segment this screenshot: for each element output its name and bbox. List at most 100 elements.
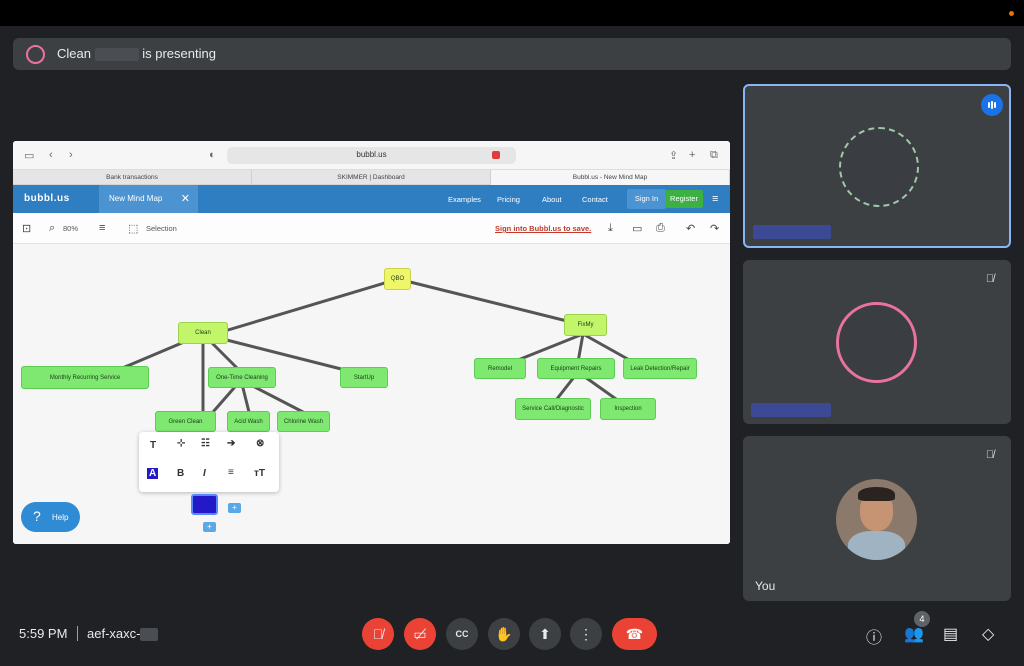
present-screen-icon: ⬆ — [539, 626, 551, 642]
help-icon: ? — [33, 508, 41, 524]
participant-name — [751, 403, 831, 417]
mic-off-icon: 🎙̸ — [985, 273, 995, 285]
node-clean[interactable]: Clean — [178, 322, 228, 344]
top-bar — [0, 0, 1024, 26]
layout-icon[interactable]: ☷ — [201, 438, 210, 449]
participant-tile-2[interactable]: 🎙̸ — [743, 260, 1011, 424]
node-root[interactable]: QBO — [384, 268, 411, 290]
recording-indicator — [1009, 11, 1014, 16]
undo-icon[interactable]: ↶ — [686, 222, 695, 235]
url-bar[interactable]: bubbl.us — [227, 147, 516, 164]
nav-contact[interactable]: Contact — [582, 195, 608, 204]
leave-call-button[interactable]: ☎ — [612, 618, 657, 650]
people-count-badge: 4 — [914, 611, 930, 627]
node-selected-new[interactable] — [191, 494, 218, 515]
redacted-name — [94, 48, 139, 62]
help-button[interactable]: ? Help — [21, 502, 80, 532]
self-label: You — [755, 579, 776, 593]
tab-overview-icon[interactable]: ⧉ — [710, 149, 718, 162]
close-icon[interactable]: ✕ — [181, 185, 190, 213]
camera-toggle-button[interactable]: ▭̸ — [404, 618, 436, 650]
info-icon[interactable]: ⓘ — [866, 624, 882, 648]
participant-tile-1[interactable] — [743, 84, 1011, 248]
captions-button[interactable]: CC — [446, 618, 478, 650]
extension-icon[interactable] — [492, 151, 500, 159]
node-startup[interactable]: StartUp — [340, 367, 388, 388]
node-chlorine-wash[interactable]: Chlorine Wash — [277, 411, 330, 432]
node-fixmy[interactable]: FixMy — [564, 314, 607, 336]
color-icon[interactable]: A — [147, 468, 159, 479]
doc-tab-label: New Mind Map — [109, 194, 163, 203]
node-one-time[interactable]: One-Time Cleaning — [208, 367, 276, 388]
people-icon[interactable]: 👥 — [904, 624, 924, 644]
shield-icon: ◐ — [209, 149, 216, 161]
tab-bubbl[interactable]: Bubbl.us - New Mind Map — [491, 170, 730, 185]
connect-icon[interactable]: ➔ — [227, 438, 235, 449]
mic-off-icon: 🎙̸ — [372, 626, 384, 642]
chat-icon[interactable]: ▤ — [943, 624, 958, 644]
add-child-icon[interactable]: ⊹ — [177, 438, 185, 449]
raise-hand-button[interactable]: ✋ — [488, 618, 520, 650]
new-tab-icon[interactable]: + — [689, 149, 695, 161]
captions-icon: CC — [455, 629, 469, 639]
redo-icon[interactable]: ↷ — [710, 222, 719, 235]
more-vert-icon: ⋮ — [579, 626, 593, 642]
avatar — [836, 479, 917, 560]
print-icon[interactable]: ⎙ — [656, 222, 665, 235]
nav-about[interactable]: About — [542, 195, 562, 204]
fit-icon[interactable]: ⊡ — [22, 222, 31, 235]
nav-examples[interactable]: Examples — [448, 195, 481, 204]
text-icon[interactable]: T — [150, 440, 156, 451]
delete-icon[interactable]: ⊗ — [256, 438, 264, 449]
node-service-call[interactable]: Service Call/Diagnostic — [515, 398, 591, 420]
node-equipment[interactable]: Equipment Repairs — [537, 358, 615, 379]
hangup-icon: ☎ — [625, 626, 644, 642]
selection-icon[interactable]: ⬚ — [128, 222, 138, 235]
self-tile[interactable]: 🎙̸ You — [743, 436, 1011, 601]
presenting-banner: Clean is presenting — [13, 38, 1011, 70]
tab-skimmer[interactable]: SKIMMER | Dashboard — [252, 170, 491, 185]
signin-save-link[interactable]: Sign into Bubbl.us to save. — [495, 224, 591, 233]
zoom-icon[interactable]: ⌕ — [49, 222, 55, 235]
forward-icon[interactable]: › — [69, 149, 73, 161]
menu-icon[interactable]: ≡ — [712, 193, 718, 205]
sidebar-icon[interactable]: ▭ — [24, 149, 34, 162]
bubbl-logo[interactable]: bubbl.us — [24, 193, 70, 204]
speaking-icon — [981, 94, 1003, 116]
align-icon[interactable]: ≡ — [228, 467, 234, 478]
node-leak[interactable]: Leak Detection/Repair — [623, 358, 697, 379]
bold-icon[interactable]: B — [177, 468, 184, 479]
mic-off-icon: 🎙̸ — [985, 449, 995, 461]
present-icon[interactable]: ▭ — [632, 222, 642, 235]
add-sibling-icon[interactable]: + — [228, 503, 241, 513]
selection-label[interactable]: Selection — [146, 224, 177, 233]
mindmap-canvas[interactable]: QBO Clean FixMy Monthly Recurring Servic… — [13, 244, 730, 544]
italic-icon[interactable]: I — [203, 468, 206, 479]
node-green-clean[interactable]: Green Clean — [155, 411, 216, 432]
download-icon[interactable]: ⤓ — [608, 222, 613, 235]
help-label: Help — [52, 513, 69, 522]
more-options-button[interactable]: ⋮ — [570, 618, 602, 650]
activities-icon[interactable]: ◇ — [982, 624, 994, 644]
register-button[interactable]: Register — [665, 190, 703, 208]
add-child-button-icon[interactable]: + — [203, 522, 216, 532]
nav-pricing[interactable]: Pricing — [497, 195, 520, 204]
presenter-name: Clean — [57, 46, 91, 61]
text-size-icon[interactable]: ᴛT — [254, 468, 265, 479]
tab-bank-transactions[interactable]: Bank transactions — [13, 170, 252, 185]
browser-toolbar: ▭ ‹ › ◐ bubbl.us ⇪ + ⧉ — [13, 141, 730, 170]
mic-toggle-button[interactable]: 🎙̸ — [362, 618, 394, 650]
back-icon[interactable]: ‹ — [49, 149, 53, 161]
zoom-level[interactable]: 80% — [63, 224, 78, 233]
list-icon[interactable]: ≡ — [99, 222, 105, 234]
node-inspection[interactable]: Inspection — [600, 398, 656, 420]
node-acid-wash[interactable]: Acid Wash — [227, 411, 270, 432]
sign-in-button[interactable]: Sign In — [627, 189, 666, 209]
doc-tab[interactable]: New Mind Map ✕ — [99, 185, 198, 213]
present-button[interactable]: ⬆ — [529, 618, 561, 650]
node-monthly[interactable]: Monthly Recurring Service — [21, 366, 149, 389]
node-remodel[interactable]: Remodel — [474, 358, 526, 379]
avatar — [839, 127, 919, 207]
share-icon[interactable]: ⇪ — [669, 149, 678, 162]
hand-icon: ✋ — [495, 626, 513, 642]
